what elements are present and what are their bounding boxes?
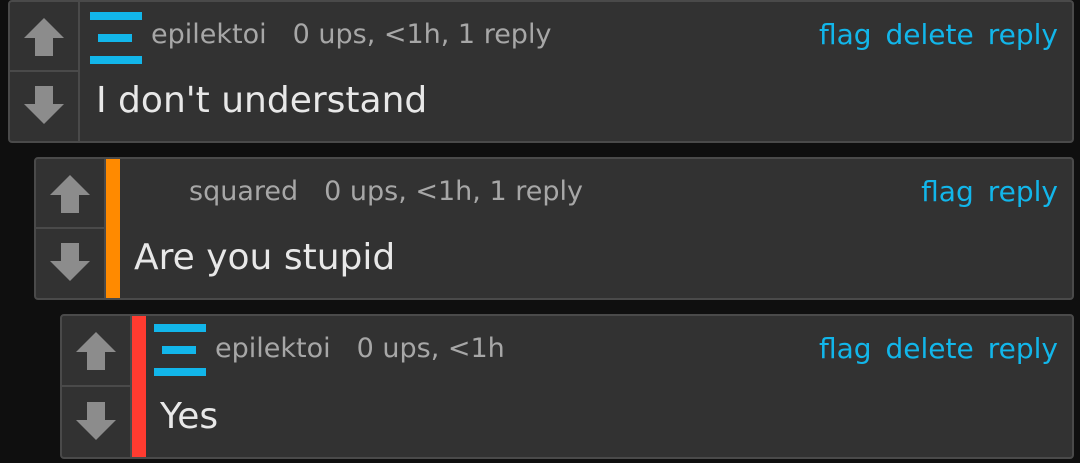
upvote-button[interactable] (62, 316, 130, 387)
flag-link[interactable]: flag (819, 18, 872, 51)
comment-meta: epilektoi 0 ups, <1h (215, 333, 505, 364)
arrow-up-icon (24, 17, 64, 56)
comment-actions: flag reply (907, 175, 1058, 208)
arrow-up-icon (50, 174, 90, 213)
comment-meta: squared 0 ups, <1h, 1 reply (189, 176, 583, 207)
thread-depth-bar (106, 159, 120, 298)
username[interactable]: epilektoi (151, 19, 267, 50)
upvote-button[interactable] (36, 159, 104, 229)
comment-actions: flag delete reply (805, 332, 1058, 365)
vote-controls (10, 2, 80, 141)
comment-text: I don't understand (96, 80, 428, 121)
arrow-up-icon (76, 332, 116, 371)
comment-meta: epilektoi 0 ups, <1h, 1 reply (151, 19, 551, 50)
comment-actions: flag delete reply (805, 18, 1058, 51)
reply-link[interactable]: reply (988, 332, 1058, 365)
flag-link[interactable]: flag (819, 332, 872, 365)
flag-link[interactable]: flag (921, 175, 974, 208)
downvote-button[interactable] (62, 387, 130, 458)
arrow-down-icon (76, 401, 116, 440)
delete-link[interactable]: delete (886, 332, 974, 365)
comment-info: 0 ups, <1h, 1 reply (324, 176, 583, 207)
user-avatar-icon[interactable] (90, 12, 142, 64)
comment-1: epilektoi 0 ups, <1h, 1 reply flag delete r… (8, 0, 1074, 143)
upvote-button[interactable] (10, 2, 78, 72)
downvote-button[interactable] (36, 229, 104, 299)
vote-controls (36, 159, 106, 298)
comment-info: 0 ups, <1h, 1 reply (292, 19, 552, 50)
arrow-down-icon (50, 243, 90, 282)
comment-info: 0 ups, <1h (356, 333, 505, 364)
arrow-down-icon (24, 86, 64, 125)
comment-text: Are you stupid (134, 237, 396, 278)
downvote-button[interactable] (10, 72, 78, 142)
username[interactable]: epilektoi (215, 333, 331, 364)
username[interactable]: squared (189, 176, 298, 207)
vote-controls (62, 316, 132, 457)
reply-link[interactable]: reply (988, 18, 1058, 51)
delete-link[interactable]: delete (886, 18, 974, 51)
comment-3: epilektoi 0 ups, <1h flag delete reply Yes (60, 314, 1074, 459)
user-avatar-icon[interactable] (154, 324, 206, 376)
comment-text: Yes (160, 396, 219, 437)
reply-link[interactable]: reply (988, 175, 1058, 208)
thread-depth-bar (132, 316, 146, 457)
comment-2: squared 0 ups, <1h, 1 reply flag reply Are… (34, 157, 1074, 300)
